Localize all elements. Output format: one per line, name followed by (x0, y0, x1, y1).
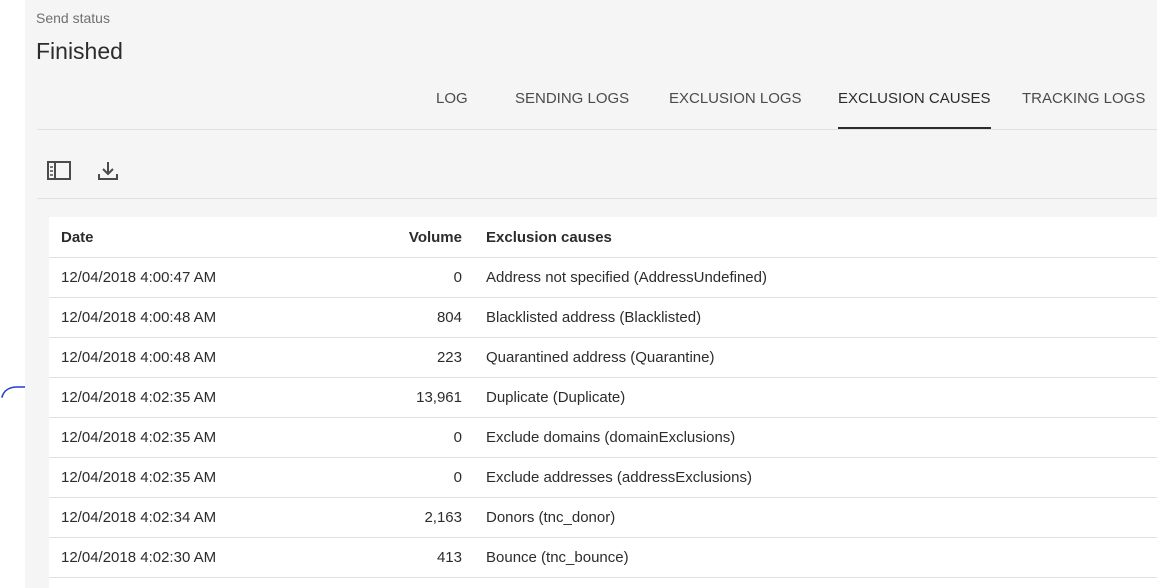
table-row[interactable]: 12/04/2018 4:00:48 AM 804 Blacklisted ad… (49, 297, 1157, 338)
cell-volume: 2,163 (347, 497, 474, 538)
tab-sending-logs[interactable]: SENDING LOGS (515, 78, 629, 129)
send-status-label: Send status (36, 10, 110, 26)
column-header-date[interactable]: Date (49, 217, 347, 258)
column-header-volume[interactable]: Volume (347, 217, 474, 258)
cell-volume: 0 (347, 457, 474, 498)
table-toolbar (37, 130, 1157, 199)
cell-cause: Exclude addresses (addressExclusions) (474, 457, 1157, 498)
cell-date: 12/04/2018 4:02:35 AM (49, 417, 347, 458)
table-row[interactable]: 12/04/2018 4:02:35 AM 0 Exclude domains … (49, 417, 1157, 458)
send-status-value: Finished (36, 38, 123, 64)
cell-cause: Donors (tnc_donor) (474, 497, 1157, 538)
cell-volume: 0 (347, 417, 474, 458)
log-tabs: LOG SENDING LOGS EXCLUSION LOGS EXCLUSIO… (37, 78, 1157, 130)
exclusion-causes-table: Date Volume Exclusion causes 12/04/2018 … (49, 217, 1157, 578)
table-row[interactable]: 12/04/2018 4:02:30 AM 413 Bounce (tnc_bo… (49, 537, 1157, 578)
download-icon (98, 162, 118, 180)
cell-cause: Blacklisted address (Blacklisted) (474, 297, 1157, 338)
tab-exclusion-causes[interactable]: EXCLUSION CAUSES (838, 78, 991, 129)
sidebar-panel-icon (47, 161, 71, 180)
table-row[interactable]: 12/04/2018 4:02:35 AM 0 Exclude addresse… (49, 457, 1157, 498)
cell-cause: Exclude domains (domainExclusions) (474, 417, 1157, 458)
table-row[interactable]: 12/04/2018 4:02:35 AM 13,961 Duplicate (… (49, 377, 1157, 418)
tab-exclusion-logs[interactable]: EXCLUSION LOGS (669, 78, 802, 129)
cell-cause: Duplicate (Duplicate) (474, 377, 1157, 418)
page: Send status Finished LOG SENDING LOGS EX… (0, 0, 1157, 588)
left-gutter (0, 0, 25, 588)
delivery-panel: Send status Finished LOG SENDING LOGS EX… (25, 0, 1157, 588)
cell-volume: 804 (347, 297, 474, 338)
cell-date: 12/04/2018 4:00:48 AM (49, 337, 347, 378)
cell-cause: Bounce (tnc_bounce) (474, 537, 1157, 578)
column-header-exclusion-causes[interactable]: Exclusion causes (474, 217, 1157, 258)
panel-toggle-button[interactable] (46, 157, 74, 185)
cell-cause: Address not specified (AddressUndefined) (474, 257, 1157, 298)
cell-volume: 13,961 (347, 377, 474, 418)
cell-date: 12/04/2018 4:02:35 AM (49, 377, 347, 418)
cell-date: 12/04/2018 4:02:34 AM (49, 497, 347, 538)
tab-tracking-logs[interactable]: TRACKING LOGS (1022, 78, 1145, 129)
cell-date: 12/04/2018 4:00:47 AM (49, 257, 347, 298)
download-button[interactable] (94, 157, 122, 185)
table-row[interactable]: 12/04/2018 4:02:34 AM 2,163 Donors (tnc_… (49, 497, 1157, 538)
table-row[interactable]: 12/04/2018 4:00:48 AM 223 Quarantined ad… (49, 337, 1157, 378)
cell-volume: 0 (347, 257, 474, 298)
cell-volume: 413 (347, 537, 474, 578)
cell-volume: 223 (347, 337, 474, 378)
table-header-row: Date Volume Exclusion causes (49, 217, 1157, 258)
exclusion-causes-table-wrap: Date Volume Exclusion causes 12/04/2018 … (49, 217, 1157, 588)
cell-date: 12/04/2018 4:02:30 AM (49, 537, 347, 578)
cell-date: 12/04/2018 4:02:35 AM (49, 457, 347, 498)
cell-cause: Quarantined address (Quarantine) (474, 337, 1157, 378)
cell-date: 12/04/2018 4:00:48 AM (49, 297, 347, 338)
table-row[interactable]: 12/04/2018 4:00:47 AM 0 Address not spec… (49, 257, 1157, 298)
tab-log[interactable]: LOG (436, 78, 468, 129)
